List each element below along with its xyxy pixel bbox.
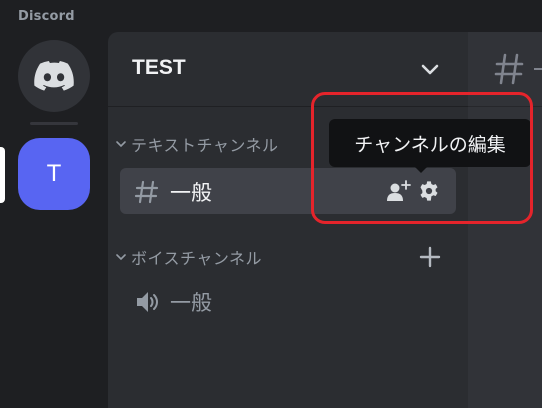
add-user-icon[interactable] (386, 179, 412, 203)
header-divider (534, 68, 542, 70)
category-voice-channels[interactable]: ボイスチャンネル (114, 245, 262, 269)
tooltip: チャンネルの編集 (329, 119, 531, 167)
category-label: ボイスチャンネル (131, 249, 263, 268)
rail-separator (30, 122, 78, 125)
discord-logo-icon (34, 61, 74, 91)
title-bar: Discord (0, 0, 542, 32)
server-rail: T (0, 32, 108, 408)
chat-header (468, 32, 542, 107)
server-icon-test[interactable]: T (18, 138, 90, 210)
server-icon-letter: T (47, 161, 61, 187)
app-brand: Discord (18, 9, 75, 24)
plus-icon[interactable] (418, 245, 442, 269)
channel-voice-general[interactable]: 一般 (120, 278, 456, 324)
direct-messages-button[interactable] (18, 40, 90, 112)
chevron-down-icon (116, 254, 126, 261)
category-text-channels[interactable]: テキストチャンネル (114, 132, 279, 156)
speaker-icon (137, 292, 158, 312)
hash-icon (134, 180, 159, 204)
selected-server-indicator (0, 147, 5, 203)
hash-icon (494, 53, 524, 85)
gear-icon[interactable] (418, 180, 440, 202)
server-name: TEST (132, 56, 186, 79)
channel-name: 一般 (170, 181, 212, 205)
server-header[interactable]: TEST (108, 32, 468, 107)
chat-area (468, 32, 542, 408)
category-label: テキストチャンネル (131, 136, 279, 155)
channel-text-general[interactable]: 一般 (120, 168, 456, 214)
channel-sidebar: TEST テキストチャンネル 一般 ボイスチャンネル 一般 (108, 32, 468, 408)
chevron-down-icon (116, 141, 126, 148)
chevron-down-icon[interactable] (418, 58, 442, 80)
tooltip-text: チャンネルの編集 (354, 133, 506, 156)
channel-name: 一般 (170, 291, 212, 315)
tooltip-arrow (414, 166, 428, 173)
